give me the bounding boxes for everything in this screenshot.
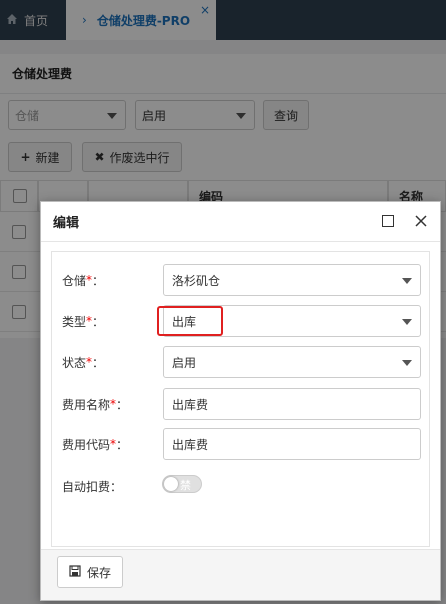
dialog-footer: 保存 <box>41 549 440 600</box>
label-colon: ： <box>92 355 105 370</box>
label-text: 费用代码 <box>62 437 111 452</box>
status-value: 启用 <box>172 355 197 370</box>
close-icon[interactable] <box>412 212 430 230</box>
type-select[interactable]: 出库 <box>163 305 421 337</box>
caret-down-icon <box>402 360 412 366</box>
warehouse-select[interactable]: 洛杉矶仓 <box>163 264 421 296</box>
label-text: 类型 <box>62 314 87 329</box>
warehouse-field-label: 仓储 *： <box>62 270 104 290</box>
label-text: 自动扣费 <box>62 479 111 494</box>
label-text: 费用名称 <box>62 397 111 412</box>
status-select[interactable]: 启用 <box>163 346 421 378</box>
caret-down-icon <box>402 278 412 284</box>
fee-name-input[interactable]: 出库费 <box>163 388 421 420</box>
type-field-label: 类型 *： <box>62 311 104 331</box>
label-text: 仓储 <box>62 273 87 288</box>
fee-name-value: 出库费 <box>172 397 209 412</box>
caret-down-icon <box>402 319 412 325</box>
warehouse-value: 洛杉矶仓 <box>172 273 221 288</box>
dialog-title: 编辑 <box>53 216 80 231</box>
fee-name-field-label: 费用名称 *： <box>62 394 128 414</box>
dialog-header: 编辑 <box>41 202 440 242</box>
save-icon <box>69 564 81 580</box>
save-button[interactable]: 保存 <box>57 556 123 588</box>
fee-code-field-label: 费用代码 *： <box>62 434 128 454</box>
label-colon: ： <box>110 479 123 494</box>
fee-code-value: 出库费 <box>172 437 209 452</box>
maximize-icon[interactable] <box>382 215 394 227</box>
toggle-knob <box>164 477 178 491</box>
label-colon: ： <box>92 273 105 288</box>
type-value: 出库 <box>172 314 197 329</box>
save-label: 保存 <box>86 565 111 580</box>
label-colon: ： <box>92 314 105 329</box>
label-colon: ： <box>116 437 129 452</box>
edit-dialog: 编辑 仓储 *： 洛杉矶仓 类型 *： 出库 状态 *： 启用 费用名称 * ：… <box>40 201 441 601</box>
toggle-text: 禁用 <box>180 479 191 508</box>
status-field-label: 状态 *： <box>62 352 104 372</box>
auto-deduct-toggle[interactable]: 禁用 <box>162 475 202 508</box>
label-text: 状态 <box>62 355 87 370</box>
label-colon: ： <box>116 397 129 412</box>
fee-code-input[interactable]: 出库费 <box>163 428 421 460</box>
dialog-form: 仓储*： 洛杉矶仓 类型*： 出库 状态*： 启用 费用名称*： 出库费 <box>51 251 430 547</box>
auto-deduct-label: 自动扣费： <box>62 476 122 496</box>
